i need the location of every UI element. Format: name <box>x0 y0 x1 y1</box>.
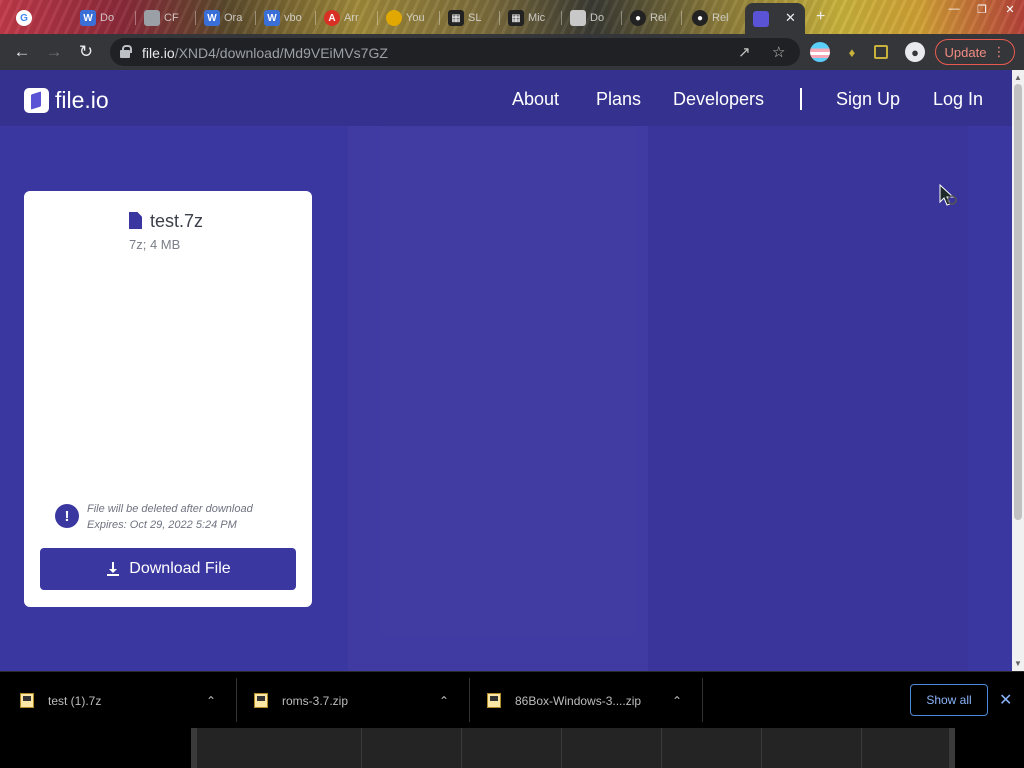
close-tab-icon[interactable]: ✕ <box>785 10 796 26</box>
forward-icon[interactable]: → <box>44 42 64 62</box>
github-icon: ● <box>692 10 708 26</box>
scroll-thumb[interactable] <box>1014 84 1022 520</box>
download-icon <box>105 561 121 577</box>
archive-file-icon <box>20 693 34 708</box>
minimize-icon[interactable]: — <box>940 0 968 18</box>
profile-avatar-icon[interactable]: ● <box>905 42 925 62</box>
docs-icon: W <box>204 10 220 26</box>
archive-file-icon <box>254 693 268 708</box>
share-icon[interactable]: ↗ <box>738 43 751 61</box>
tab-10[interactable]: ● Rel <box>622 4 682 32</box>
download-item-1[interactable]: test (1).7z ⌃ <box>20 672 236 729</box>
address-bar[interactable]: file.io/XND4/download/Md9VEiMVs7GZ ↗ ☆ <box>110 38 800 66</box>
library-icon: ▦ <box>508 10 524 26</box>
more-menu-icon[interactable]: ⋮ <box>992 44 1005 60</box>
chevron-up-icon[interactable]: ⌃ <box>206 694 216 708</box>
nav-log-in[interactable]: Log In <box>933 89 983 110</box>
tab-8[interactable]: ▦ Mic <box>500 4 562 32</box>
show-all-button[interactable]: Show all <box>910 684 988 716</box>
tab-active-fileio[interactable]: ✕ <box>745 3 805 34</box>
fileio-favicon-icon <box>753 10 769 27</box>
new-tab-icon[interactable]: + <box>816 8 825 26</box>
lock-icon <box>120 45 132 58</box>
download-item-2[interactable]: roms-3.7.zip ⌃ <box>254 672 470 729</box>
google-icon: G <box>16 10 32 26</box>
tab-9[interactable]: Do <box>562 4 622 32</box>
tab-2[interactable]: CF <box>136 4 196 32</box>
file-icon <box>129 212 142 229</box>
back-icon[interactable]: ← <box>12 42 32 62</box>
nav-developers[interactable]: Developers <box>673 89 764 110</box>
expiry-notice: File will be deleted after download Expi… <box>87 503 253 531</box>
archive-icon: A <box>324 10 340 26</box>
file-meta: 7z; 4 MB <box>129 237 181 252</box>
site-header: file.io About Plans Developers Sign Up L… <box>0 70 1012 126</box>
mouse-cursor-icon <box>939 184 957 206</box>
nav-divider <box>800 88 802 110</box>
restore-icon[interactable]: ❐ <box>968 0 996 18</box>
page-scrollbar[interactable]: ▲ ▼ <box>1012 70 1024 671</box>
extensions-puzzle-icon[interactable]: ♦ <box>842 42 862 62</box>
page-content: file.io About Plans Developers Sign Up L… <box>0 70 1012 671</box>
file-name: test.7z <box>150 211 204 231</box>
nav-sign-up[interactable]: Sign Up <box>836 89 900 110</box>
docs-icon: W <box>264 10 280 26</box>
close-window-icon[interactable]: ✕ <box>996 0 1024 18</box>
page-icon <box>570 10 586 26</box>
page-icon <box>144 10 160 26</box>
site-logo[interactable]: file.io <box>24 87 109 114</box>
download-file-button[interactable]: Download File <box>40 548 296 590</box>
scroll-down-icon[interactable]: ▼ <box>1014 659 1022 668</box>
reload-icon[interactable]: ↻ <box>76 42 96 62</box>
browser-toolbar: ← → ↻ file.io/XND4/download/Md9VEiMVs7GZ… <box>0 34 1024 70</box>
url-text[interactable]: file.io/XND4/download/Md9VEiMVs7GZ <box>142 45 388 61</box>
extension-flag-icon[interactable] <box>810 42 830 62</box>
tab-strip: G W Do CF W Ora W vbo A Arr You ▦ SL ▦ M… <box>0 0 1024 34</box>
nav-plans[interactable]: Plans <box>596 89 641 110</box>
github-icon: ● <box>630 10 646 26</box>
bookmark-star-icon[interactable]: ☆ <box>772 43 785 61</box>
tab-6[interactable]: You <box>378 4 440 32</box>
download-shelf: test (1).7z ⌃ roms-3.7.zip ⌃ 86Box-Windo… <box>0 671 1024 728</box>
site-icon <box>386 10 402 26</box>
tab-7[interactable]: ▦ SL <box>440 4 500 32</box>
fileio-logo-icon <box>24 88 49 113</box>
scroll-up-icon[interactable]: ▲ <box>1014 73 1022 82</box>
side-panel-icon[interactable] <box>874 45 888 59</box>
file-card: test.7z 7z; 4 MB ! File will be deleted … <box>24 191 312 607</box>
nav-about[interactable]: About <box>512 89 559 110</box>
tab-google[interactable]: G <box>8 4 32 32</box>
chevron-up-icon[interactable]: ⌃ <box>672 694 682 708</box>
tab-3[interactable]: W Ora <box>196 4 256 32</box>
tab-1[interactable]: W Do <box>72 4 136 32</box>
tab-5[interactable]: A Arr <box>316 4 378 32</box>
update-button[interactable]: Update ⋮ <box>935 39 1015 65</box>
library-icon: ▦ <box>448 10 464 26</box>
tab-4[interactable]: W vbo <box>256 4 316 32</box>
window-controls: — ❐ ✕ <box>940 0 1024 18</box>
tab-11[interactable]: ● Rel <box>684 4 744 32</box>
taskbar <box>0 728 1024 768</box>
close-shelf-icon[interactable]: ✕ <box>999 690 1012 710</box>
download-item-3[interactable]: 86Box-Windows-3....zip ⌃ <box>487 672 703 729</box>
docs-icon: W <box>80 10 96 26</box>
archive-file-icon <box>487 693 501 708</box>
chevron-up-icon[interactable]: ⌃ <box>439 694 449 708</box>
info-icon: ! <box>55 504 79 528</box>
